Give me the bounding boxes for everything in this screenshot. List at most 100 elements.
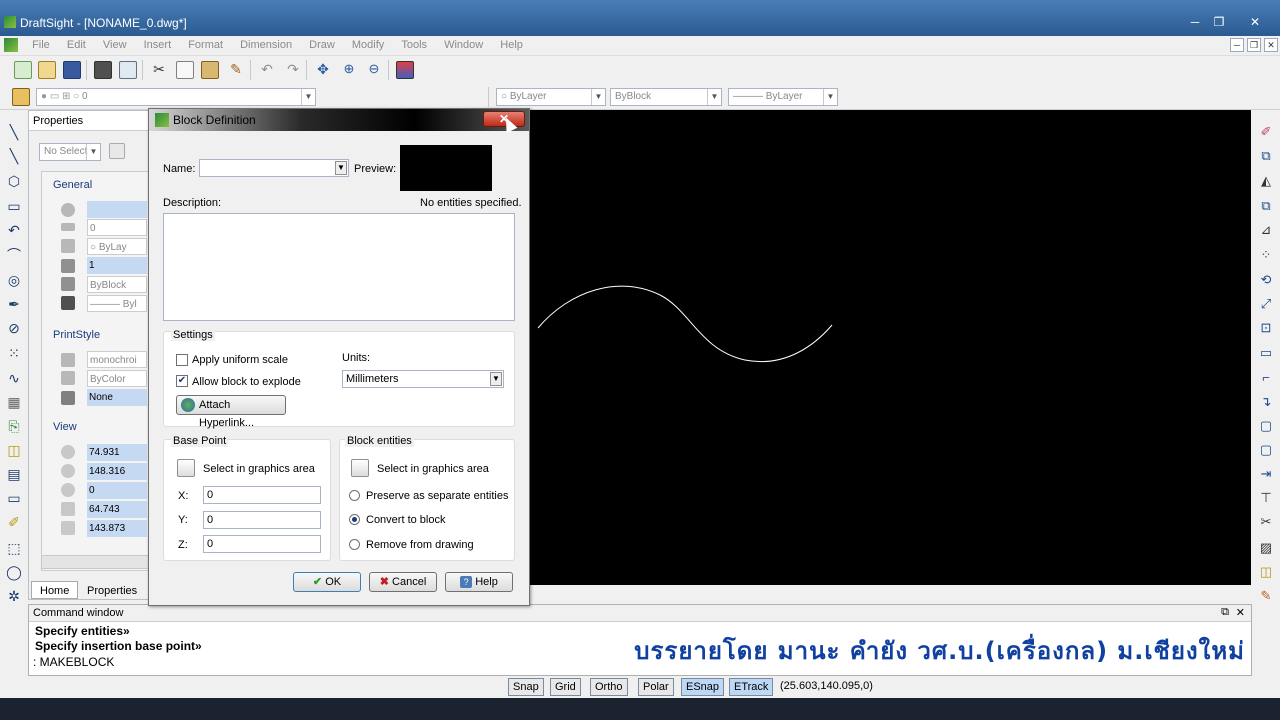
minimize-button[interactable]: ─: [1184, 14, 1206, 30]
linetype-combo[interactable]: ByBlock ▼: [610, 88, 722, 106]
prop-center-z[interactable]: 0: [87, 482, 147, 499]
esnap-toggle[interactable]: ESnap: [681, 678, 725, 696]
name-dropdown-icon[interactable]: ▼: [335, 161, 347, 175]
menu-modify[interactable]: Modify: [345, 36, 391, 54]
prop-plotcolor-value[interactable]: ByColor: [87, 370, 147, 387]
drawing-canvas[interactable]: [530, 110, 1251, 585]
line-tool-icon[interactable]: ╲: [6, 124, 22, 140]
zoom-previous-icon[interactable]: ⊖: [365, 61, 383, 79]
open-file-icon[interactable]: [38, 61, 56, 79]
polygon-tool-icon[interactable]: ⬡: [6, 173, 22, 189]
horizontal-scrollbar[interactable]: [41, 555, 149, 569]
prop-layer-value[interactable]: 0: [87, 219, 147, 236]
edit-text-icon[interactable]: ◫: [1258, 564, 1274, 580]
prop-center-y[interactable]: 148.316: [87, 463, 147, 480]
point-tool-icon[interactable]: ⁙: [6, 345, 22, 361]
z-input[interactable]: 0: [203, 535, 321, 553]
uniform-scale-checkbox[interactable]: [176, 354, 188, 366]
remove-radio[interactable]: [349, 539, 360, 550]
menu-edit[interactable]: Edit: [60, 36, 93, 54]
print-icon[interactable]: [94, 61, 112, 79]
match-properties-icon[interactable]: ✎: [227, 61, 245, 79]
arc-tool-icon[interactable]: ↶: [6, 222, 22, 238]
command-float-icon[interactable]: ⧉: [1221, 606, 1229, 619]
snap-toggle[interactable]: Snap: [508, 678, 544, 696]
redo-icon[interactable]: ↷: [284, 61, 302, 79]
prop-linetype-value[interactable]: ○ ByLay: [87, 238, 147, 255]
group-view[interactable]: View: [53, 421, 77, 433]
rectangle-tool-icon[interactable]: ▭: [6, 198, 22, 214]
select-entities-icon[interactable]: [351, 459, 369, 477]
prop-color-value[interactable]: [87, 201, 147, 218]
close-window-button[interactable]: ✕: [1244, 14, 1266, 30]
y-input[interactable]: 0: [203, 511, 321, 529]
prop-linescale-value[interactable]: 1: [87, 257, 147, 274]
convert-radio[interactable]: [349, 514, 360, 525]
table-tool-icon[interactable]: ▤: [6, 466, 22, 482]
gear-icon[interactable]: ✲: [6, 588, 22, 604]
new-file-icon[interactable]: [14, 61, 32, 79]
text-style-icon[interactable]: [396, 61, 414, 79]
cut-icon[interactable]: ✂: [150, 61, 168, 79]
ortho-toggle[interactable]: Ortho: [590, 678, 628, 696]
block-select-label[interactable]: Select in graphics area: [377, 463, 489, 475]
preserve-radio[interactable]: [349, 490, 360, 501]
tab-properties[interactable]: Properties: [79, 582, 145, 600]
offset-icon[interactable]: ⧉: [1258, 198, 1274, 214]
region-tool-icon[interactable]: ⬚: [6, 540, 22, 556]
prop-plotstyle-value[interactable]: None: [87, 389, 147, 406]
zoom-realtime-icon[interactable]: ⊕: [340, 61, 358, 79]
prop-width[interactable]: 143.873: [87, 520, 147, 537]
selection-combo[interactable]: No Select ▼: [39, 143, 101, 161]
explode-icon[interactable]: ✂: [1258, 514, 1274, 530]
pen-tool-icon[interactable]: ✒: [6, 296, 22, 312]
copy-entity-icon[interactable]: ⧉: [1258, 148, 1274, 164]
hatch-tool-icon[interactable]: ▦: [6, 394, 22, 410]
extend-icon[interactable]: ↴: [1258, 394, 1274, 410]
cancel-button[interactable]: ✖ Cancel: [369, 572, 437, 592]
polar-toggle[interactable]: Polar: [638, 678, 674, 696]
pick-base-point-icon[interactable]: [177, 459, 195, 477]
menu-help[interactable]: Help: [493, 36, 530, 54]
undo-icon[interactable]: ↶: [258, 61, 276, 79]
etrack-toggle[interactable]: ETrack: [729, 678, 774, 696]
mirror-icon[interactable]: ◭: [1258, 173, 1274, 189]
menu-insert[interactable]: Insert: [137, 36, 179, 54]
tab-home[interactable]: Home: [31, 581, 79, 599]
layer-combo[interactable]: ● ▭ ⊞ ○ 0 ▼: [36, 88, 316, 106]
group-general[interactable]: General: [53, 179, 92, 191]
help-button[interactable]: ? Help: [445, 572, 513, 592]
paste-icon[interactable]: [201, 61, 219, 79]
prop-printstyle-value[interactable]: monochroi: [87, 351, 147, 368]
scale-icon[interactable]: ⊡: [1258, 320, 1274, 336]
revision-cloud-icon[interactable]: ◯: [6, 564, 22, 580]
trim-icon[interactable]: ⌐: [1258, 370, 1274, 386]
ellipse-tool-icon[interactable]: ⊘: [6, 320, 22, 336]
menu-file[interactable]: File: [25, 36, 57, 54]
properties-icon[interactable]: ✎: [1258, 588, 1274, 604]
mdi-minimize-button[interactable]: ─: [1230, 38, 1244, 52]
menu-dimension[interactable]: Dimension: [233, 36, 299, 54]
text-tool-icon[interactable]: ▭: [6, 490, 22, 506]
join-icon[interactable]: ▢: [1258, 442, 1274, 458]
stretch-icon[interactable]: ▭: [1258, 345, 1274, 361]
group-printstyle[interactable]: PrintStyle: [53, 329, 100, 341]
ok-button[interactable]: ✔ OK: [293, 572, 361, 592]
hatch-edit-icon[interactable]: ▨: [1258, 540, 1274, 556]
prop-center-x[interactable]: 74.931: [87, 444, 147, 461]
spline-tool-icon[interactable]: ∿: [6, 370, 22, 386]
menu-format[interactable]: Format: [181, 36, 230, 54]
polyline-tool-icon[interactable]: ⌒: [6, 247, 22, 263]
menu-window[interactable]: Window: [437, 36, 490, 54]
mdi-close-button[interactable]: ✕: [1264, 38, 1278, 52]
layer-manager-icon[interactable]: [12, 88, 30, 106]
description-textarea[interactable]: [163, 213, 515, 321]
pan-icon[interactable]: ✥: [314, 61, 332, 79]
name-input[interactable]: ▼: [199, 159, 349, 177]
menu-tools[interactable]: Tools: [394, 36, 434, 54]
prop-height[interactable]: 64.743: [87, 501, 147, 518]
menu-view[interactable]: View: [96, 36, 134, 54]
command-close-icon[interactable]: ✕: [1236, 606, 1245, 619]
chamfer-icon[interactable]: ⇥: [1258, 466, 1274, 482]
mdi-restore-button[interactable]: ❐: [1247, 38, 1261, 52]
